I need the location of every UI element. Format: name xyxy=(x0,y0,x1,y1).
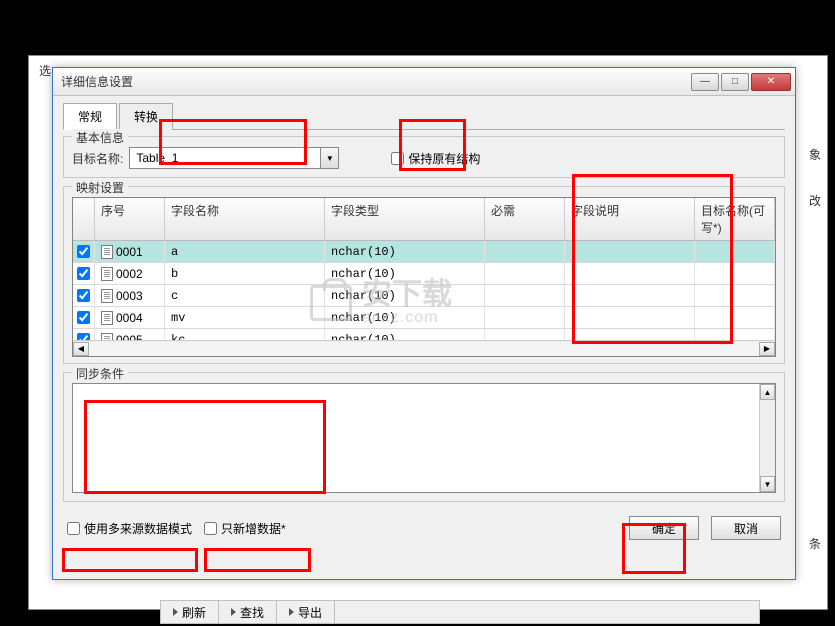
col-req[interactable]: 必需 xyxy=(485,198,565,240)
bg-char-gai: 改 xyxy=(809,192,821,209)
sync-legend: 同步条件 xyxy=(72,365,128,382)
only-new-input[interactable] xyxy=(204,522,217,535)
dialog-title: 详细信息设置 xyxy=(61,73,691,90)
multi-source-input[interactable] xyxy=(67,522,80,535)
document-icon xyxy=(101,311,113,325)
sync-condition-textarea[interactable] xyxy=(73,384,759,492)
target-name-input[interactable] xyxy=(130,148,320,168)
basic-info-fieldset: 基本信息 目标名称: ▼ 保持原有结构 xyxy=(63,136,785,178)
target-name-combo[interactable]: ▼ xyxy=(129,147,339,169)
titlebar: 详细信息设置 — □ ✕ xyxy=(53,68,795,96)
minimize-button[interactable]: — xyxy=(691,73,719,91)
bottom-row: 使用多来源数据模式 只新增数据* 确定 取消 xyxy=(63,510,785,546)
chevron-down-icon[interactable]: ▼ xyxy=(320,148,338,168)
footer-refresh[interactable]: 刷新 xyxy=(161,601,219,623)
table-row[interactable]: 0002bnchar(10) xyxy=(73,263,775,285)
tab-strip: 常规 转换 xyxy=(63,102,785,130)
mapping-legend: 映射设置 xyxy=(72,179,128,196)
document-icon xyxy=(101,267,113,281)
keep-structure-input[interactable] xyxy=(391,152,404,165)
col-field[interactable]: 字段名称 xyxy=(165,198,325,240)
col-desc[interactable]: 字段说明 xyxy=(565,198,695,240)
cancel-button[interactable]: 取消 xyxy=(711,516,781,540)
row-checkbox[interactable] xyxy=(77,267,90,280)
table-row[interactable]: 0004mvnchar(10) xyxy=(73,307,775,329)
bg-char-xiang: 象 xyxy=(809,146,821,163)
row-checkbox[interactable] xyxy=(77,311,90,324)
play-icon xyxy=(173,608,178,616)
scroll-left-icon[interactable]: ◀ xyxy=(73,342,89,356)
document-icon xyxy=(101,245,113,259)
mapping-fieldset: 映射设置 序号 字段名称 字段类型 必需 字段说明 目标名称(可写*) 0001… xyxy=(63,186,785,364)
close-button[interactable]: ✕ xyxy=(751,73,791,91)
tab-normal[interactable]: 常规 xyxy=(63,103,117,130)
maximize-button[interactable]: □ xyxy=(721,73,749,91)
col-type[interactable]: 字段类型 xyxy=(325,198,485,240)
document-icon xyxy=(101,333,113,341)
mapping-grid: 序号 字段名称 字段类型 必需 字段说明 目标名称(可写*) 0001ancha… xyxy=(72,197,776,357)
table-row[interactable]: 0003cnchar(10) xyxy=(73,285,775,307)
row-checkbox[interactable] xyxy=(77,245,90,258)
col-target[interactable]: 目标名称(可写*) xyxy=(695,198,775,240)
scroll-down-icon[interactable]: ▼ xyxy=(760,476,775,492)
detail-settings-dialog: 详细信息设置 — □ ✕ 常规 转换 基本信息 目标名称: ▼ 保持原有结构 xyxy=(52,67,796,580)
row-checkbox[interactable] xyxy=(77,333,90,340)
only-new-checkbox[interactable]: 只新增数据* xyxy=(204,520,286,537)
scroll-right-icon[interactable]: ▶ xyxy=(759,342,775,356)
horizontal-scrollbar[interactable]: ◀ ▶ xyxy=(73,340,775,356)
vertical-scrollbar[interactable]: ▲ ▼ xyxy=(759,384,775,492)
footer-export[interactable]: 导出 xyxy=(277,601,335,623)
tab-convert[interactable]: 转换 xyxy=(119,103,173,130)
sync-condition-fieldset: 同步条件 ▲ ▼ xyxy=(63,372,785,502)
play-icon xyxy=(289,608,294,616)
grid-body[interactable]: 0001anchar(10)0002bnchar(10)0003cnchar(1… xyxy=(73,241,775,340)
keep-structure-checkbox[interactable]: 保持原有结构 xyxy=(391,150,480,167)
col-seq[interactable]: 序号 xyxy=(95,198,165,240)
scroll-up-icon[interactable]: ▲ xyxy=(760,384,775,400)
only-new-label: 只新增数据* xyxy=(221,520,286,537)
keep-structure-label: 保持原有结构 xyxy=(408,150,480,167)
row-checkbox[interactable] xyxy=(77,289,90,302)
multi-source-checkbox[interactable]: 使用多来源数据模式 xyxy=(67,520,192,537)
grid-header: 序号 字段名称 字段类型 必需 字段说明 目标名称(可写*) xyxy=(73,198,775,241)
play-icon xyxy=(231,608,236,616)
footer-search[interactable]: 查找 xyxy=(219,601,277,623)
document-icon xyxy=(101,289,113,303)
scroll-track[interactable] xyxy=(89,342,759,356)
table-row[interactable]: 0005kcnchar(10) xyxy=(73,329,775,340)
target-name-label: 目标名称: xyxy=(72,150,123,167)
bg-char-tiao: 条 xyxy=(809,535,821,552)
basic-info-legend: 基本信息 xyxy=(72,129,128,146)
footer-toolbar: 刷新 查找 导出 xyxy=(160,600,760,624)
multi-source-label: 使用多来源数据模式 xyxy=(84,520,192,537)
table-row[interactable]: 0001anchar(10) xyxy=(73,241,775,263)
ok-button[interactable]: 确定 xyxy=(629,516,699,540)
